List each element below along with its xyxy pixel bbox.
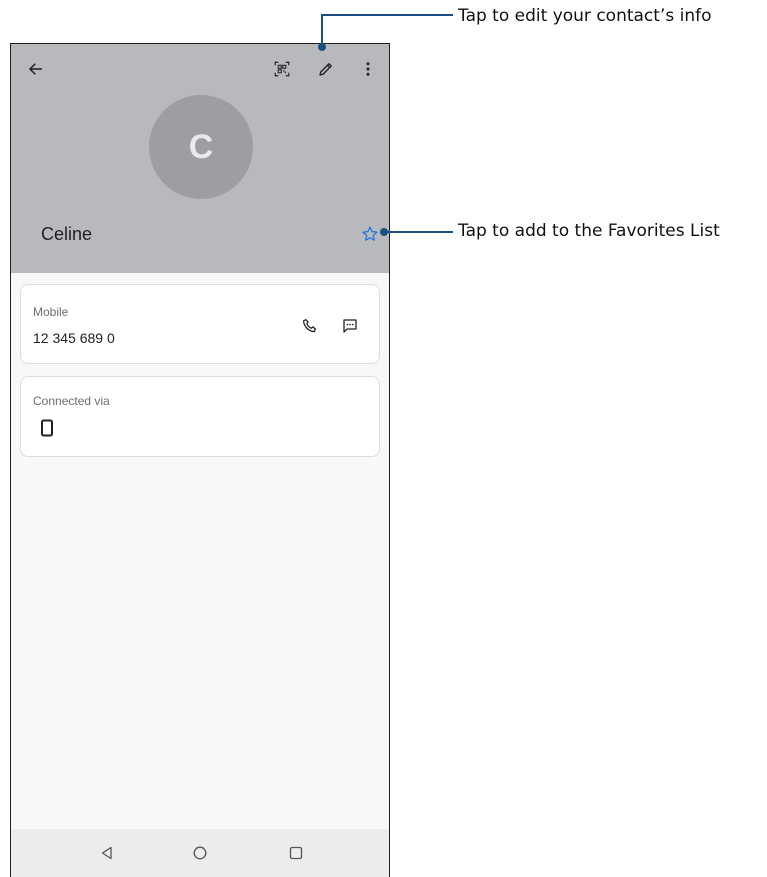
pencil-icon: [319, 63, 332, 76]
edit-callout-line-horizontal: [321, 14, 453, 16]
star-outline-icon: [362, 226, 378, 241]
favorites-callout-dot: [380, 228, 388, 236]
more-options-button[interactable]: [353, 54, 383, 84]
back-button[interactable]: [21, 54, 51, 84]
device-icon-wrap: [37, 417, 57, 439]
edit-callout-dot: [318, 43, 326, 51]
nav-back-button[interactable]: [95, 841, 119, 865]
triangle-back-icon: [101, 846, 112, 860]
qr-code-button[interactable]: [267, 54, 297, 84]
more-vert-icon: [366, 62, 370, 76]
qr-code-icon: [274, 61, 290, 77]
edit-callout-text: Tap to edit your contact’s info: [458, 6, 712, 26]
square-recents-icon: [289, 846, 303, 860]
contact-header: C Celine: [11, 44, 389, 273]
favorites-callout-line: [386, 231, 453, 233]
navigation-bar: [11, 829, 389, 877]
phone-icon: [302, 318, 317, 333]
arrow-left-icon: [28, 63, 42, 75]
favorite-button[interactable]: [357, 221, 383, 247]
contact-avatar: C: [149, 95, 253, 199]
circle-home-icon: [193, 846, 207, 860]
connected-via-label: Connected via: [33, 394, 110, 408]
phone-number-card[interactable]: Mobile 12 345 689 0: [20, 284, 380, 364]
edit-button[interactable]: [311, 54, 341, 84]
phone-number: 12 345 689 0: [33, 330, 115, 346]
favorites-callout-text: Tap to add to the Favorites List: [458, 221, 720, 241]
call-button[interactable]: [297, 313, 323, 339]
connected-via-card: Connected via: [20, 376, 380, 457]
nav-recents-button[interactable]: [284, 841, 308, 865]
phone-screen: C Celine Mobile 12 345 689 0 Connected v…: [10, 43, 390, 877]
phone-type-label: Mobile: [33, 305, 69, 319]
message-icon: [343, 319, 357, 333]
contact-name: Celine: [41, 224, 93, 244]
smartphone-icon: [41, 419, 53, 437]
nav-home-button[interactable]: [188, 841, 212, 865]
message-button[interactable]: [337, 313, 363, 339]
avatar-initial: C: [188, 127, 214, 166]
